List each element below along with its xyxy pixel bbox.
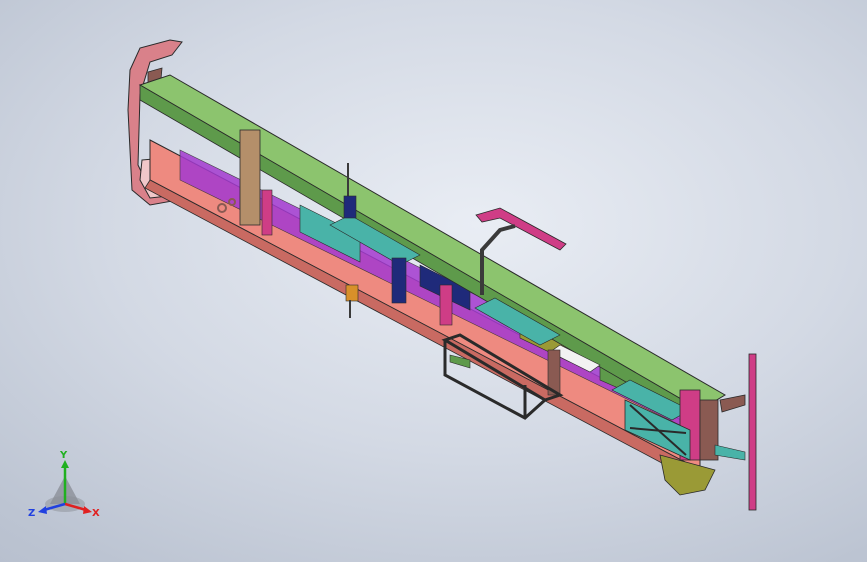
deck-plates: [329, 214, 691, 421]
y-axis-label: Y: [59, 450, 68, 461]
3d-model-viewport[interactable]: Y X Z: [0, 0, 867, 562]
y-arrowhead-icon: [61, 460, 69, 468]
x-arrowhead-icon: [83, 506, 92, 514]
z-axis-label: Z: [28, 508, 35, 519]
top-side-rail: [138, 74, 726, 426]
z-arrowhead-icon: [38, 506, 47, 514]
orientation-triad: Y X Z: [28, 450, 100, 519]
chassis-frame-model[interactable]: [0, 0, 867, 562]
x-axis-label: X: [92, 508, 100, 519]
